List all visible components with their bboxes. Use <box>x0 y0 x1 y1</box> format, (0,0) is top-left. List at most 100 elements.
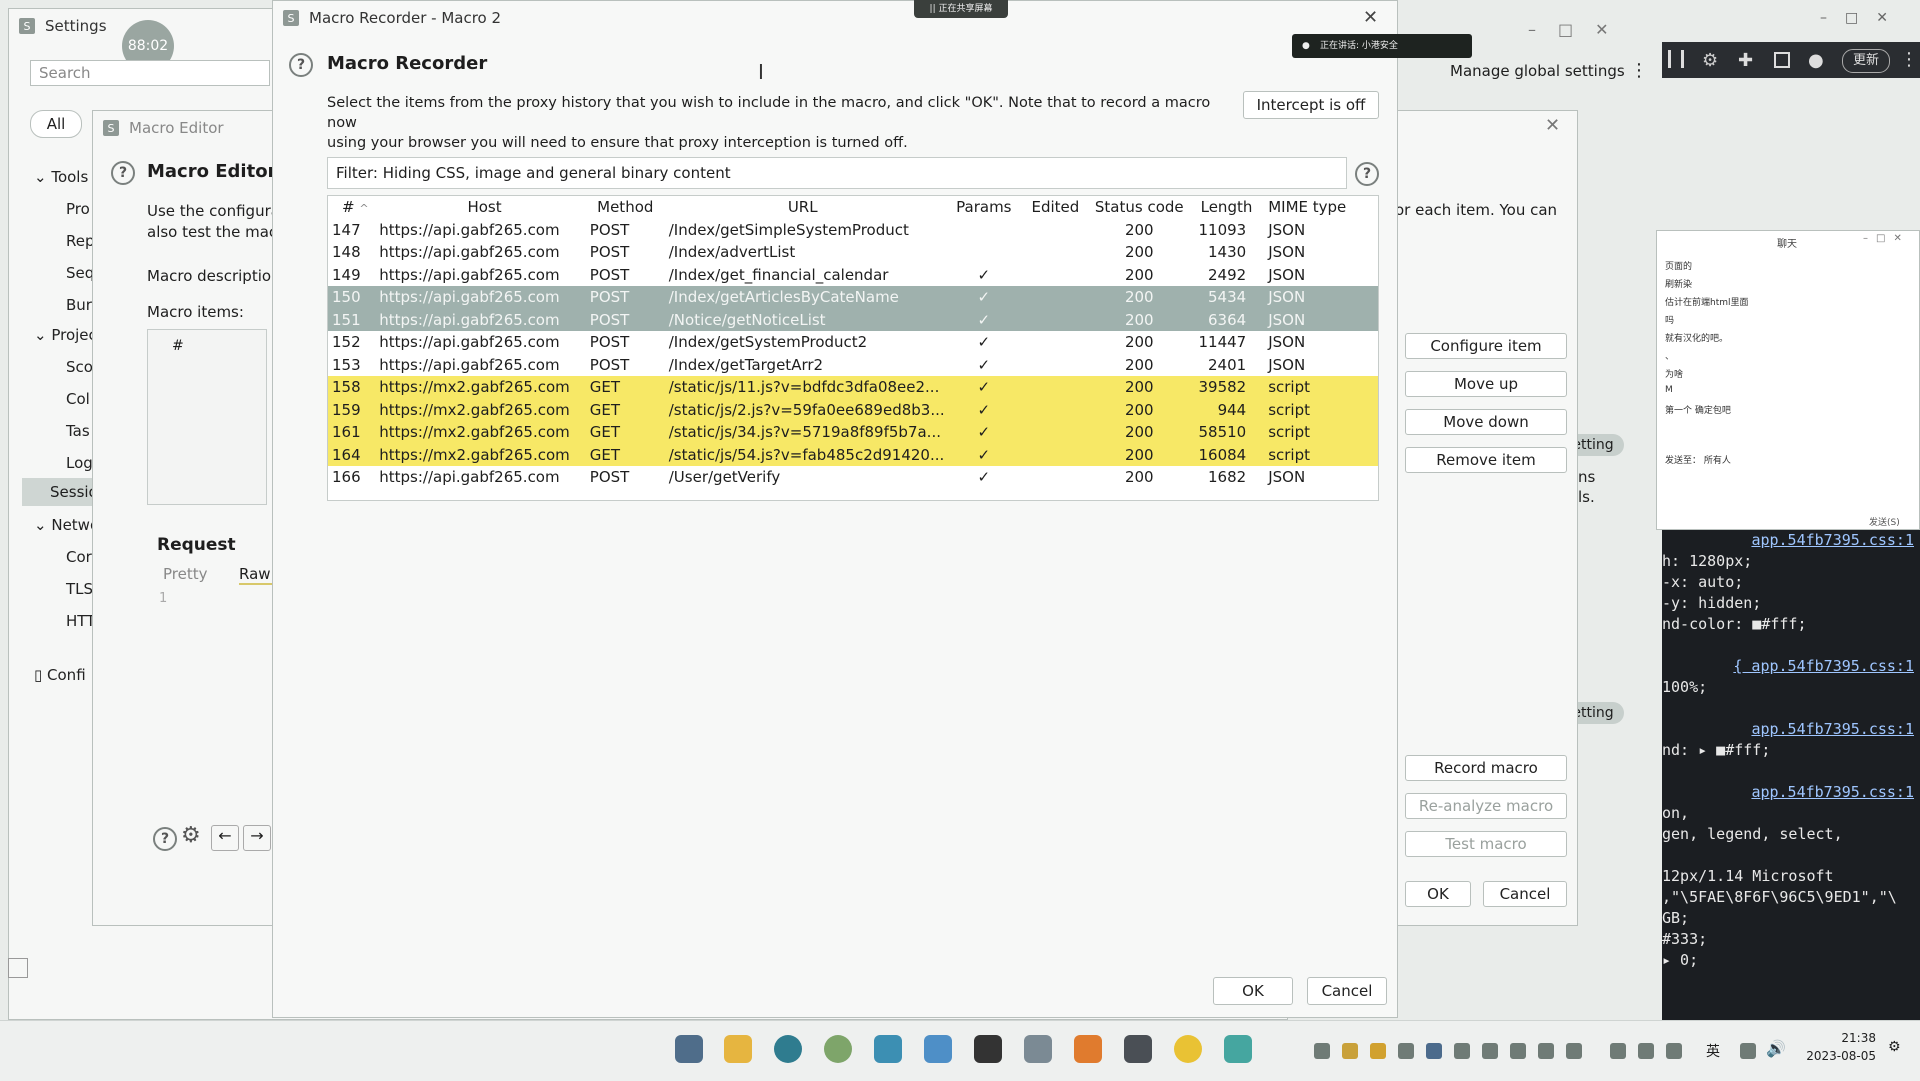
table-row[interactable]: 150 https://api.gabf265.com POST/Index/get… <box>328 286 1378 309</box>
forward-arrow-icon[interactable]: → <box>243 825 271 851</box>
tree-item[interactable]: Rep <box>66 232 95 250</box>
stylesheet-link[interactable]: app.54fb7395.css:1 <box>1662 782 1920 803</box>
stylesheet-link[interactable]: app.54fb7395.css:1 <box>1662 530 1920 551</box>
configure-item-button[interactable]: Configure item <box>1405 333 1567 359</box>
table-row[interactable]: 147 https://api.gabf265.com POST/Index/get… <box>328 219 1378 242</box>
ime-indicator[interactable]: 英 <box>1706 1041 1720 1061</box>
start-menu-icon[interactable] <box>675 1035 703 1063</box>
tree-item[interactable]: Cor <box>66 548 92 566</box>
macro-recorder-cancel-button[interactable]: Cancel <box>1307 977 1387 1005</box>
macro-recorder-close-icon[interactable]: ✕ <box>1363 7 1378 28</box>
volume-icon[interactable]: 🔊 <box>1766 1039 1786 1058</box>
col-header-params[interactable]: Params <box>945 196 1023 219</box>
table-row[interactable]: 148 https://api.gabf265.com POST/Index/adv… <box>328 241 1378 264</box>
tree-item[interactable]: Col <box>66 390 90 408</box>
test-macro-button[interactable]: Test macro <box>1405 831 1567 857</box>
reanalyze-macro-button[interactable]: Re-analyze macro <box>1405 793 1567 819</box>
col-header-url[interactable]: URL <box>661 196 945 219</box>
macro-editor-ok-button[interactable]: OK <box>1405 881 1471 907</box>
clock[interactable]: 21:38 2023-08-05 <box>1796 1029 1876 1065</box>
settings-gear-icon[interactable]: ⚙ <box>181 823 201 848</box>
chat-send-to[interactable]: 发送至： 所有人 <box>1665 453 1731 466</box>
app-icon[interactable] <box>1174 1035 1202 1063</box>
tree-config[interactable]: ▯ Confi <box>34 666 86 684</box>
tab-pretty[interactable]: Pretty <box>163 565 208 583</box>
tray-icon[interactable] <box>1342 1043 1358 1059</box>
chrome-browser-icon[interactable] <box>824 1035 852 1063</box>
tree-tools[interactable]: ⌄ Tools <box>34 168 88 186</box>
settings-search-input[interactable]: Search <box>30 60 270 86</box>
stylesheet-link[interactable]: { app.54fb7395.css:1 <box>1662 656 1920 677</box>
app-icon[interactable] <box>1124 1035 1152 1063</box>
app-icon[interactable] <box>1224 1035 1252 1063</box>
tray-icon[interactable] <box>1398 1043 1414 1059</box>
settings-gear-icon[interactable]: ⚙ <box>1702 50 1718 71</box>
terminal-icon[interactable] <box>974 1035 1002 1063</box>
file-explorer-icon[interactable] <box>724 1035 752 1063</box>
notification-icon[interactable]: ⚙ <box>1888 1039 1901 1055</box>
macro-editor-cancel-button[interactable]: Cancel <box>1483 881 1567 907</box>
all-filter-button[interactable]: All <box>30 110 82 138</box>
shield-icon[interactable] <box>1426 1043 1442 1059</box>
tree-network[interactable]: ⌄ Netwo <box>34 516 99 534</box>
app-icon[interactable] <box>924 1035 952 1063</box>
tree-item[interactable]: Tas <box>66 422 90 440</box>
chat-send-button[interactable]: 发送(S) <box>1869 515 1900 528</box>
filter-bar[interactable]: Filter: Hiding CSS, image and general bi… <box>327 157 1347 189</box>
manage-global-settings-link[interactable]: Manage global settings <box>1450 62 1625 80</box>
tree-item[interactable]: Seq <box>66 264 94 282</box>
table-row[interactable]: 159 https://mx2.gabf265.com GET/static/js/… <box>328 398 1378 421</box>
network-icon[interactable] <box>1740 1043 1756 1059</box>
table-row[interactable]: 161 https://mx2.gabf265.com GET/static/js/… <box>328 421 1378 444</box>
table-row[interactable]: 164 https://mx2.gabf265.com GET/static/js/… <box>328 443 1378 466</box>
col-header-status[interactable]: Status code <box>1088 196 1191 219</box>
tree-item[interactable]: Bur <box>66 296 92 314</box>
col-header-id[interactable]: # ^ <box>328 196 379 219</box>
tree-project[interactable]: ⌄ Projec <box>34 326 97 344</box>
record-macro-button[interactable]: Record macro <box>1405 755 1567 781</box>
tree-item[interactable]: TLS <box>66 580 93 598</box>
tray-icon[interactable] <box>1454 1043 1470 1059</box>
col-header-mime[interactable]: MIME type <box>1262 196 1378 219</box>
help-icon[interactable]: ? <box>153 827 177 851</box>
intercept-toggle-button[interactable]: Intercept is off <box>1243 91 1379 119</box>
app-icon[interactable] <box>1024 1035 1052 1063</box>
table-row[interactable]: 158 https://mx2.gabf265.com GET/static/js/… <box>328 376 1378 399</box>
tree-item[interactable]: Pro <box>66 200 90 218</box>
extension-icon[interactable] <box>1668 50 1684 68</box>
kebab-menu-icon[interactable]: ⋮ <box>1630 60 1648 81</box>
col-header-method[interactable]: Method <box>590 196 661 219</box>
back-arrow-icon[interactable]: ← <box>211 825 239 851</box>
burp-suite-icon[interactable] <box>1074 1035 1102 1063</box>
col-header-host[interactable]: Host <box>379 196 590 219</box>
macro-editor-close-icon[interactable]: ✕ <box>1545 115 1560 136</box>
panel-toggle-icon[interactable] <box>8 958 28 978</box>
microphone-icon[interactable] <box>1666 1043 1682 1059</box>
tray-icon[interactable] <box>1510 1043 1526 1059</box>
move-up-button[interactable]: Move up <box>1405 371 1567 397</box>
table-row[interactable]: 166 https://api.gabf265.com POST/User/getV… <box>328 466 1378 489</box>
tree-item[interactable]: HTT <box>66 612 95 630</box>
tray-icon[interactable] <box>1538 1043 1554 1059</box>
help-icon[interactable]: ? <box>111 161 135 185</box>
battery-icon[interactable] <box>1638 1043 1654 1059</box>
tray-icon[interactable] <box>1370 1043 1386 1059</box>
col-header-edited[interactable]: Edited <box>1023 196 1088 219</box>
tray-icon[interactable] <box>1610 1043 1626 1059</box>
profile-icon[interactable]: ● <box>1808 50 1824 71</box>
macro-recorder-ok-button[interactable]: OK <box>1213 977 1293 1005</box>
col-header-length[interactable]: Length <box>1191 196 1262 219</box>
tray-icon[interactable] <box>1314 1043 1330 1059</box>
tray-icon[interactable] <box>1566 1043 1582 1059</box>
table-row[interactable]: 152 https://api.gabf265.com POST/Index/get… <box>328 331 1378 354</box>
table-row[interactable]: 149 https://api.gabf265.com POST/Index/get… <box>328 264 1378 287</box>
puzzle-icon[interactable]: ✚ <box>1738 50 1753 71</box>
edge-browser-icon[interactable] <box>774 1035 802 1063</box>
macro-items-table[interactable]: # <box>147 329 267 505</box>
help-icon[interactable]: ? <box>289 53 313 77</box>
remove-item-button[interactable]: Remove item <box>1405 447 1567 473</box>
table-row[interactable]: 153 https://api.gabf265.com POST/Index/get… <box>328 354 1378 377</box>
tray-icon[interactable] <box>1482 1043 1498 1059</box>
app-icon[interactable] <box>874 1035 902 1063</box>
update-button[interactable]: 更新 <box>1842 49 1890 73</box>
